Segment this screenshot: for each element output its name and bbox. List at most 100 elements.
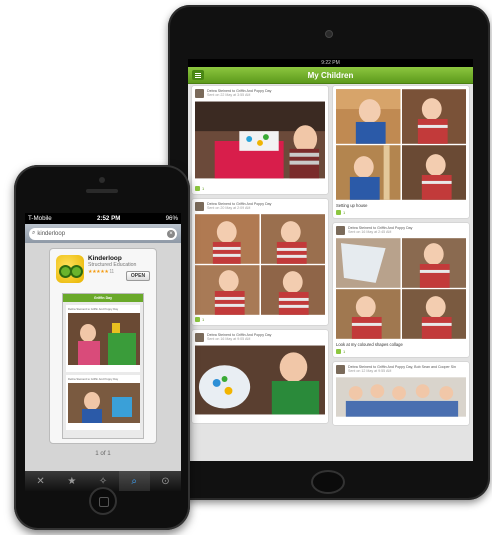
post-date: Sent on 12 May at 9:55 AM [348, 369, 392, 374]
iphone-camera [99, 177, 105, 183]
post-header: Debra Steinerd to Griffin And Poppy Day,… [336, 365, 466, 374]
thumbs-up-icon [195, 186, 200, 191]
post-caption: Look at my coloured shapes collage [336, 342, 403, 347]
like-count: 1 [202, 186, 205, 191]
like-button[interactable]: 1 [336, 349, 466, 354]
rating-count: 11 [109, 269, 114, 275]
search-bar: ⌕ kinderloop × [25, 224, 181, 243]
open-button[interactable]: OPEN [126, 271, 150, 281]
post-photo[interactable] [336, 289, 401, 339]
post-photo[interactable] [195, 101, 325, 179]
screenshot-post-meta: Debra Steinerd to Griffin And Poppy Day [68, 307, 119, 311]
like-button[interactable]: 1 [195, 186, 325, 191]
post-date: Sent on 20 May at 2:09 AM [207, 206, 251, 211]
post-photo[interactable] [195, 345, 325, 415]
post-caption: Setting up house [336, 203, 368, 208]
app-icon[interactable] [56, 255, 84, 283]
battery-level: 96% [165, 215, 178, 222]
feed-post[interactable]: Debra Steinerd to Griffin And Poppy Day … [192, 199, 328, 325]
iphone-speaker [86, 189, 118, 193]
search-icon: ⌕ [131, 475, 138, 487]
ipad-device: 9:22 PM My Children Debra Steinerd to Gr… [168, 5, 490, 500]
menu-icon[interactable] [192, 70, 204, 80]
post-date: Sent on 16 May at 2:45 AM [348, 230, 392, 235]
feed-post[interactable]: Debra Steinerd to Griffin And Poppy Day … [192, 330, 328, 423]
ipad-screen: 9:22 PM My Children Debra Steinerd to Gr… [188, 59, 473, 461]
screenshot-post: Debra Steinerd to Griffin And Poppy Day [66, 375, 140, 430]
search-input[interactable]: ⌕ kinderloop × [29, 227, 177, 240]
iphone-home-button[interactable] [89, 487, 117, 515]
avatar [195, 89, 204, 98]
post-date: Sent on 16 May at 9:05 AM [207, 337, 251, 342]
ipad-status-bar: 9:22 PM [188, 59, 473, 67]
post-photo[interactable] [401, 238, 467, 288]
feed-column-right: Setting up house 1 Debra Steinerd to Gri… [333, 86, 469, 461]
avatar [336, 365, 345, 374]
avatar [336, 226, 345, 235]
post-header: Debra Steinerd to Griffin And Poppy Day … [195, 202, 325, 211]
feed-post[interactable]: Debra Steinerd to Griffin And Poppy Day,… [333, 362, 469, 425]
star-icon: ★ [67, 475, 77, 487]
status-time: 2:52 PM [96, 215, 121, 222]
iphone-screen: T-Mobile 2:52 PM 96% ⌕ kinderloop × Kind… [25, 213, 181, 491]
post-photo[interactable] [336, 145, 401, 200]
photo-grid [336, 238, 466, 339]
like-count: 1 [202, 317, 205, 322]
app-name: Kinderloop [88, 255, 122, 262]
feed-post[interactable]: Debra Steinerd to Griffin And Poppy Day … [192, 86, 328, 194]
post-photo[interactable] [401, 289, 467, 339]
post-photo[interactable] [336, 238, 401, 288]
page-indicator: 1 of 1 [95, 450, 111, 457]
like-count: 1 [343, 210, 346, 215]
feed-column-left: Debra Steinerd to Griffin And Poppy Day … [192, 86, 328, 461]
screenshot-post-meta: Debra Steinerd to Griffin And Poppy Day [68, 377, 119, 381]
search-query: kinderloop [37, 230, 66, 237]
post-photo[interactable] [260, 265, 326, 315]
post-photo[interactable] [260, 214, 326, 264]
search-icon: ⌕ [32, 230, 36, 236]
post-header: Debra Steinerd to Griffin And Poppy Day … [195, 333, 325, 342]
thumbs-up-icon [336, 349, 341, 354]
iphone-device: T-Mobile 2:52 PM 96% ⌕ kinderloop × Kind… [14, 165, 190, 530]
post-photo[interactable] [401, 89, 467, 144]
ipad-home-button[interactable] [311, 470, 345, 494]
like-count: 1 [343, 349, 346, 354]
page-title: My Children [307, 70, 354, 80]
screenshot-photo [68, 313, 140, 365]
post-header: Debra Steinerd to Griffin And Poppy Day … [336, 226, 466, 235]
screenshot-photo [68, 383, 140, 423]
rating-stars: ★★★★★ [88, 269, 109, 275]
tab-featured[interactable]: ✕ [25, 471, 56, 491]
like-button[interactable]: 1 [195, 317, 325, 322]
post-photo[interactable] [195, 214, 260, 264]
search-results: Kinderloop Structured Education ★★★★★11 … [25, 243, 181, 471]
like-button[interactable]: 1 [336, 210, 466, 215]
post-photo[interactable] [336, 377, 466, 417]
screenshot-post: Debra Steinerd to Griffin And Poppy Day [66, 305, 140, 372]
tab-search[interactable]: ⌕ [118, 471, 150, 491]
ipad-camera [325, 30, 333, 38]
post-photo[interactable] [336, 89, 401, 144]
photo-grid [336, 89, 466, 200]
post-photo[interactable] [195, 265, 260, 315]
app-result-card[interactable]: Kinderloop Structured Education ★★★★★11 … [49, 248, 157, 444]
tab-top-charts[interactable]: ★ [56, 471, 87, 491]
post-date: Sent on 22 May at 3:55 AM [207, 93, 251, 98]
app-developer: Structured Education [88, 262, 137, 268]
feed: Debra Steinerd to Griffin And Poppy Day … [188, 86, 473, 461]
tab-updates[interactable]: ⊙ [150, 471, 181, 491]
post-photo[interactable] [401, 145, 467, 200]
ribbon-icon: ✕ [36, 475, 45, 487]
carrier: T-Mobile [28, 215, 52, 222]
clear-icon[interactable]: × [167, 229, 175, 238]
compass-icon: ✧ [98, 475, 108, 487]
app-screenshot[interactable]: Griffin Day Debra Steinerd to Griffin An… [62, 293, 144, 439]
feed-post[interactable]: Setting up house 1 [333, 86, 469, 218]
avatar [195, 202, 204, 211]
avatar [195, 333, 204, 342]
device-mockup-scene: 9:22 PM My Children Debra Steinerd to Gr… [0, 0, 492, 535]
thumbs-up-icon [336, 210, 341, 215]
thumbs-up-icon [195, 317, 200, 322]
photo-grid [195, 214, 325, 315]
feed-post[interactable]: Debra Steinerd to Griffin And Poppy Day … [333, 223, 469, 357]
